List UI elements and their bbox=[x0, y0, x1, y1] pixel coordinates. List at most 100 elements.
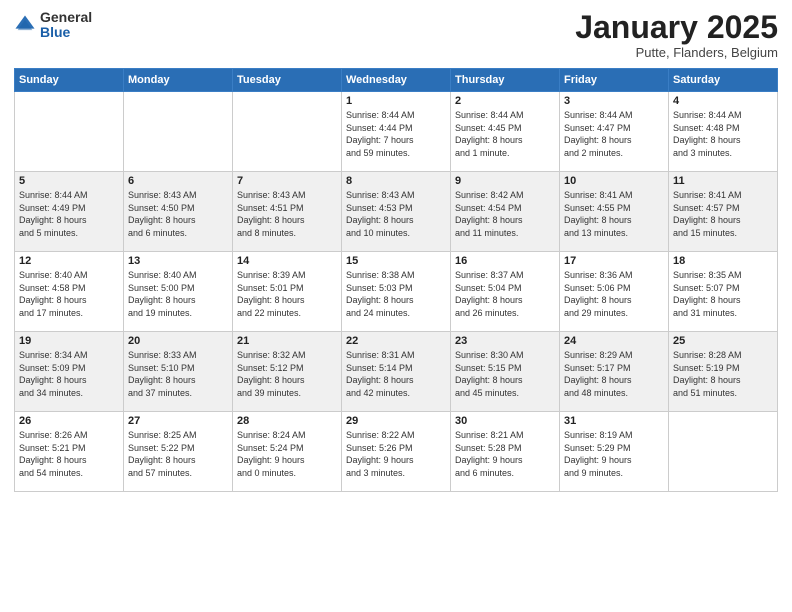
day-number: 8 bbox=[346, 175, 446, 187]
calendar-cell: 2 Sunrise: 8:44 AM Sunset: 4:45 PM Daylig… bbox=[451, 92, 560, 172]
day-info: Sunrise: 8:44 AM Sunset: 4:45 PM Dayligh… bbox=[455, 109, 555, 159]
week-row-5: 26 Sunrise: 8:26 AM Sunset: 5:21 PM Dayli… bbox=[15, 412, 778, 492]
calendar-cell bbox=[15, 92, 124, 172]
calendar-cell: 25 Sunrise: 8:28 AM Sunset: 5:19 PM Dayli… bbox=[669, 332, 778, 412]
calendar-cell: 7 Sunrise: 8:43 AM Sunset: 4:51 PM Daylig… bbox=[233, 172, 342, 252]
day-number: 29 bbox=[346, 415, 446, 427]
day-info: Sunrise: 8:36 AM Sunset: 5:06 PM Dayligh… bbox=[564, 269, 664, 319]
calendar-cell: 27Sunrise: 8:25 AM Sunset: 5:22 PM Dayli… bbox=[124, 412, 233, 492]
page: General Blue January 2025 Putte, Flander… bbox=[0, 0, 792, 612]
logo-icon bbox=[14, 14, 36, 36]
day-number: 14 bbox=[237, 255, 337, 267]
calendar-header: Sunday Monday Tuesday Wednesday Thursday… bbox=[15, 69, 778, 92]
month-title: January 2025 bbox=[575, 10, 778, 45]
header: General Blue January 2025 Putte, Flander… bbox=[14, 10, 778, 60]
day-info: Sunrise: 8:44 AM Sunset: 4:49 PM Dayligh… bbox=[19, 189, 119, 239]
day-info: Sunrise: 8:43 AM Sunset: 4:50 PM Dayligh… bbox=[128, 189, 228, 239]
day-info: Sunrise: 8:33 AM Sunset: 5:10 PM Dayligh… bbox=[128, 349, 228, 399]
day-info: Sunrise: 8:42 AM Sunset: 4:54 PM Dayligh… bbox=[455, 189, 555, 239]
logo-blue: Blue bbox=[40, 25, 92, 40]
day-info: Sunrise: 8:35 AM Sunset: 5:07 PM Dayligh… bbox=[673, 269, 773, 319]
calendar-cell: 22Sunrise: 8:31 AM Sunset: 5:14 PM Dayli… bbox=[342, 332, 451, 412]
logo: General Blue bbox=[14, 10, 92, 41]
title-section: January 2025 Putte, Flanders, Belgium bbox=[575, 10, 778, 60]
day-number: 20 bbox=[128, 335, 228, 347]
calendar-cell: 12 Sunrise: 8:40 AM Sunset: 4:58 PM Dayli… bbox=[15, 252, 124, 332]
day-number: 7 bbox=[237, 175, 337, 187]
calendar-cell: 3 Sunrise: 8:44 AM Sunset: 4:47 PM Daylig… bbox=[560, 92, 669, 172]
calendar-cell bbox=[669, 412, 778, 492]
day-number: 4 bbox=[673, 95, 773, 107]
day-number: 27 bbox=[128, 415, 228, 427]
day-info: Sunrise: 8:43 AM Sunset: 4:51 PM Dayligh… bbox=[237, 189, 337, 239]
calendar-cell: 4Sunrise: 8:44 AM Sunset: 4:48 PM Daylig… bbox=[669, 92, 778, 172]
day-number: 13 bbox=[128, 255, 228, 267]
logo-general: General bbox=[40, 10, 92, 25]
day-number: 3 bbox=[564, 95, 664, 107]
day-number: 18 bbox=[673, 255, 773, 267]
calendar-cell bbox=[233, 92, 342, 172]
day-number: 19 bbox=[19, 335, 119, 347]
day-number: 6 bbox=[128, 175, 228, 187]
calendar-cell: 31 Sunrise: 8:19 AM Sunset: 5:29 PM Dayli… bbox=[560, 412, 669, 492]
day-number: 12 bbox=[19, 255, 119, 267]
day-info: Sunrise: 8:41 AM Sunset: 4:57 PM Dayligh… bbox=[673, 189, 773, 239]
day-number: 11 bbox=[673, 175, 773, 187]
col-thursday: Thursday bbox=[451, 69, 560, 92]
day-number: 26 bbox=[19, 415, 119, 427]
calendar-cell: 14 Sunrise: 8:39 AM Sunset: 5:01 PM Dayli… bbox=[233, 252, 342, 332]
calendar-cell: 6 Sunrise: 8:43 AM Sunset: 4:50 PM Daylig… bbox=[124, 172, 233, 252]
day-number: 25 bbox=[673, 335, 773, 347]
calendar-body: 1Sunrise: 8:44 AM Sunset: 4:44 PM Daylig… bbox=[15, 92, 778, 492]
week-row-1: 1Sunrise: 8:44 AM Sunset: 4:44 PM Daylig… bbox=[15, 92, 778, 172]
calendar-cell: 21Sunrise: 8:32 AM Sunset: 5:12 PM Dayli… bbox=[233, 332, 342, 412]
calendar-cell: 28Sunrise: 8:24 AM Sunset: 5:24 PM Dayli… bbox=[233, 412, 342, 492]
calendar-cell: 24 Sunrise: 8:29 AM Sunset: 5:17 PM Dayli… bbox=[560, 332, 669, 412]
week-row-2: 5 Sunrise: 8:44 AM Sunset: 4:49 PM Daylig… bbox=[15, 172, 778, 252]
week-row-3: 12 Sunrise: 8:40 AM Sunset: 4:58 PM Dayli… bbox=[15, 252, 778, 332]
day-number: 2 bbox=[455, 95, 555, 107]
day-info: Sunrise: 8:26 AM Sunset: 5:21 PM Dayligh… bbox=[19, 429, 119, 479]
day-number: 31 bbox=[564, 415, 664, 427]
day-info: Sunrise: 8:37 AM Sunset: 5:04 PM Dayligh… bbox=[455, 269, 555, 319]
col-wednesday: Wednesday bbox=[342, 69, 451, 92]
day-number: 30 bbox=[455, 415, 555, 427]
day-info: Sunrise: 8:21 AM Sunset: 5:28 PM Dayligh… bbox=[455, 429, 555, 479]
day-number: 24 bbox=[564, 335, 664, 347]
day-number: 9 bbox=[455, 175, 555, 187]
col-sunday: Sunday bbox=[15, 69, 124, 92]
day-info: Sunrise: 8:29 AM Sunset: 5:17 PM Dayligh… bbox=[564, 349, 664, 399]
day-info: Sunrise: 8:28 AM Sunset: 5:19 PM Dayligh… bbox=[673, 349, 773, 399]
calendar-cell: 10 Sunrise: 8:41 AM Sunset: 4:55 PM Dayli… bbox=[560, 172, 669, 252]
calendar-cell: 16 Sunrise: 8:37 AM Sunset: 5:04 PM Dayli… bbox=[451, 252, 560, 332]
week-row-4: 19 Sunrise: 8:34 AM Sunset: 5:09 PM Dayli… bbox=[15, 332, 778, 412]
header-row: Sunday Monday Tuesday Wednesday Thursday… bbox=[15, 69, 778, 92]
day-info: Sunrise: 8:34 AM Sunset: 5:09 PM Dayligh… bbox=[19, 349, 119, 399]
col-friday: Friday bbox=[560, 69, 669, 92]
day-info: Sunrise: 8:38 AM Sunset: 5:03 PM Dayligh… bbox=[346, 269, 446, 319]
calendar-cell: 15Sunrise: 8:38 AM Sunset: 5:03 PM Dayli… bbox=[342, 252, 451, 332]
calendar-cell: 30 Sunrise: 8:21 AM Sunset: 5:28 PM Dayli… bbox=[451, 412, 560, 492]
day-info: Sunrise: 8:44 AM Sunset: 4:44 PM Dayligh… bbox=[346, 109, 446, 159]
calendar-cell: 1Sunrise: 8:44 AM Sunset: 4:44 PM Daylig… bbox=[342, 92, 451, 172]
day-info: Sunrise: 8:19 AM Sunset: 5:29 PM Dayligh… bbox=[564, 429, 664, 479]
day-number: 22 bbox=[346, 335, 446, 347]
day-number: 21 bbox=[237, 335, 337, 347]
calendar-cell: 20 Sunrise: 8:33 AM Sunset: 5:10 PM Dayli… bbox=[124, 332, 233, 412]
calendar-cell: 26 Sunrise: 8:26 AM Sunset: 5:21 PM Dayli… bbox=[15, 412, 124, 492]
calendar-cell: 29Sunrise: 8:22 AM Sunset: 5:26 PM Dayli… bbox=[342, 412, 451, 492]
day-info: Sunrise: 8:30 AM Sunset: 5:15 PM Dayligh… bbox=[455, 349, 555, 399]
day-number: 23 bbox=[455, 335, 555, 347]
calendar-cell: 18 Sunrise: 8:35 AM Sunset: 5:07 PM Dayli… bbox=[669, 252, 778, 332]
calendar-cell: 17Sunrise: 8:36 AM Sunset: 5:06 PM Dayli… bbox=[560, 252, 669, 332]
col-tuesday: Tuesday bbox=[233, 69, 342, 92]
day-info: Sunrise: 8:43 AM Sunset: 4:53 PM Dayligh… bbox=[346, 189, 446, 239]
day-number: 16 bbox=[455, 255, 555, 267]
day-info: Sunrise: 8:44 AM Sunset: 4:47 PM Dayligh… bbox=[564, 109, 664, 159]
day-info: Sunrise: 8:40 AM Sunset: 4:58 PM Dayligh… bbox=[19, 269, 119, 319]
day-number: 5 bbox=[19, 175, 119, 187]
day-info: Sunrise: 8:41 AM Sunset: 4:55 PM Dayligh… bbox=[564, 189, 664, 239]
calendar-cell: 19 Sunrise: 8:34 AM Sunset: 5:09 PM Dayli… bbox=[15, 332, 124, 412]
day-number: 10 bbox=[564, 175, 664, 187]
day-info: Sunrise: 8:39 AM Sunset: 5:01 PM Dayligh… bbox=[237, 269, 337, 319]
